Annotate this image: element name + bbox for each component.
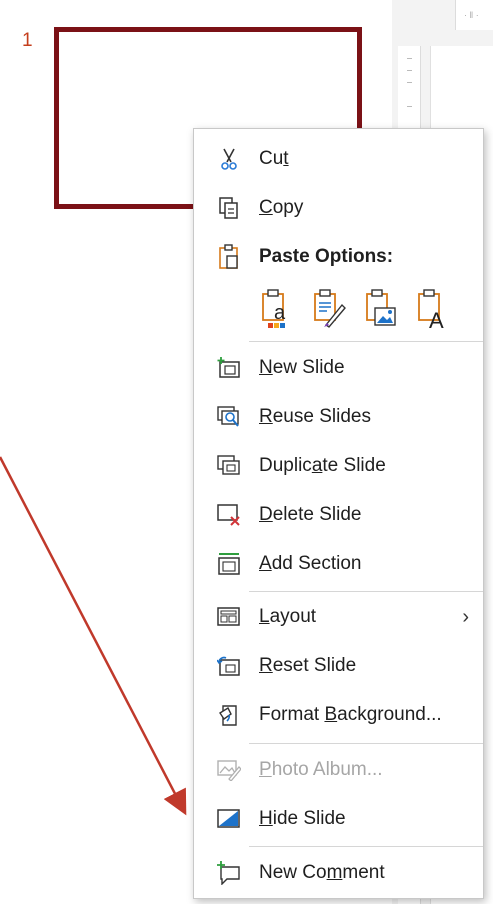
menu-item-photo-album[interactable]: Photo Album... (194, 748, 483, 792)
paste-use-destination-theme-icon[interactable]: a (260, 287, 294, 329)
reuse-slides-icon (216, 404, 242, 430)
paste-keep-text-only-icon[interactable]: A (416, 287, 450, 333)
copy-icon (216, 195, 242, 221)
separator (249, 591, 483, 592)
menu-item-add-section[interactable]: Add Section (194, 542, 483, 586)
context-menu: Cut Copy Paste Options: a A New Slide Re… (193, 128, 484, 899)
new-comment-icon (216, 860, 242, 886)
menu-item-label: Duplicate Slide (259, 455, 386, 476)
hide-slide-icon (216, 806, 242, 832)
clipboard-icon (216, 244, 242, 270)
paste-options-header: Paste Options: (194, 235, 483, 279)
menu-item-reuse-slides[interactable]: Reuse Slides (194, 395, 483, 439)
menu-item-reset-slide[interactable]: Reset Slide (194, 644, 483, 688)
separator (249, 743, 483, 744)
svg-text:a: a (274, 302, 286, 324)
menu-item-label: Add Section (259, 553, 362, 574)
format-background-icon (216, 702, 242, 728)
paste-keep-source-formatting-icon[interactable] (312, 287, 346, 329)
menu-item-duplicate-slide[interactable]: Duplicate Slide (194, 444, 483, 488)
menu-item-new-comment[interactable]: New Comment (194, 851, 483, 895)
photo-album-icon (216, 757, 242, 783)
menu-item-label: Copy (259, 197, 304, 218)
menu-item-label: Delete Slide (259, 504, 362, 525)
menu-item-layout[interactable]: Layout › (194, 595, 483, 639)
menu-item-label: Reset Slide (259, 655, 357, 676)
menu-item-label: Layout (259, 606, 317, 627)
chevron-right-icon: › (462, 605, 469, 628)
menu-item-new-slide[interactable]: New Slide (194, 346, 483, 390)
menu-item-label: New Comment (259, 862, 385, 883)
menu-item-label: Format Background... (259, 704, 442, 725)
svg-text:A: A (429, 308, 444, 329)
reset-slide-icon (216, 653, 242, 679)
menu-item-delete-slide[interactable]: Delete Slide (194, 493, 483, 537)
layout-icon (216, 604, 242, 630)
separator (249, 846, 483, 847)
menu-item-label: New Slide (259, 357, 345, 378)
menu-item-hide-slide[interactable]: Hide Slide (194, 797, 483, 841)
menu-item-label: Reuse Slides (259, 406, 371, 427)
paste-picture-icon[interactable] (364, 287, 398, 329)
scissors-icon (216, 146, 242, 172)
add-section-icon (216, 551, 242, 577)
new-slide-icon (216, 355, 242, 381)
menu-item-cut[interactable]: Cut (194, 137, 483, 181)
menu-item-label: Cut (259, 148, 289, 169)
paste-options-label: Paste Options: (259, 246, 394, 267)
duplicate-slide-icon (216, 453, 242, 479)
separator (249, 341, 483, 342)
menu-item-label: Photo Album... (259, 759, 383, 780)
menu-item-format-background[interactable]: Format Background... (194, 693, 483, 737)
delete-slide-icon (216, 502, 242, 528)
menu-item-label: Hide Slide (259, 808, 346, 829)
menu-item-copy[interactable]: Copy (194, 186, 483, 230)
